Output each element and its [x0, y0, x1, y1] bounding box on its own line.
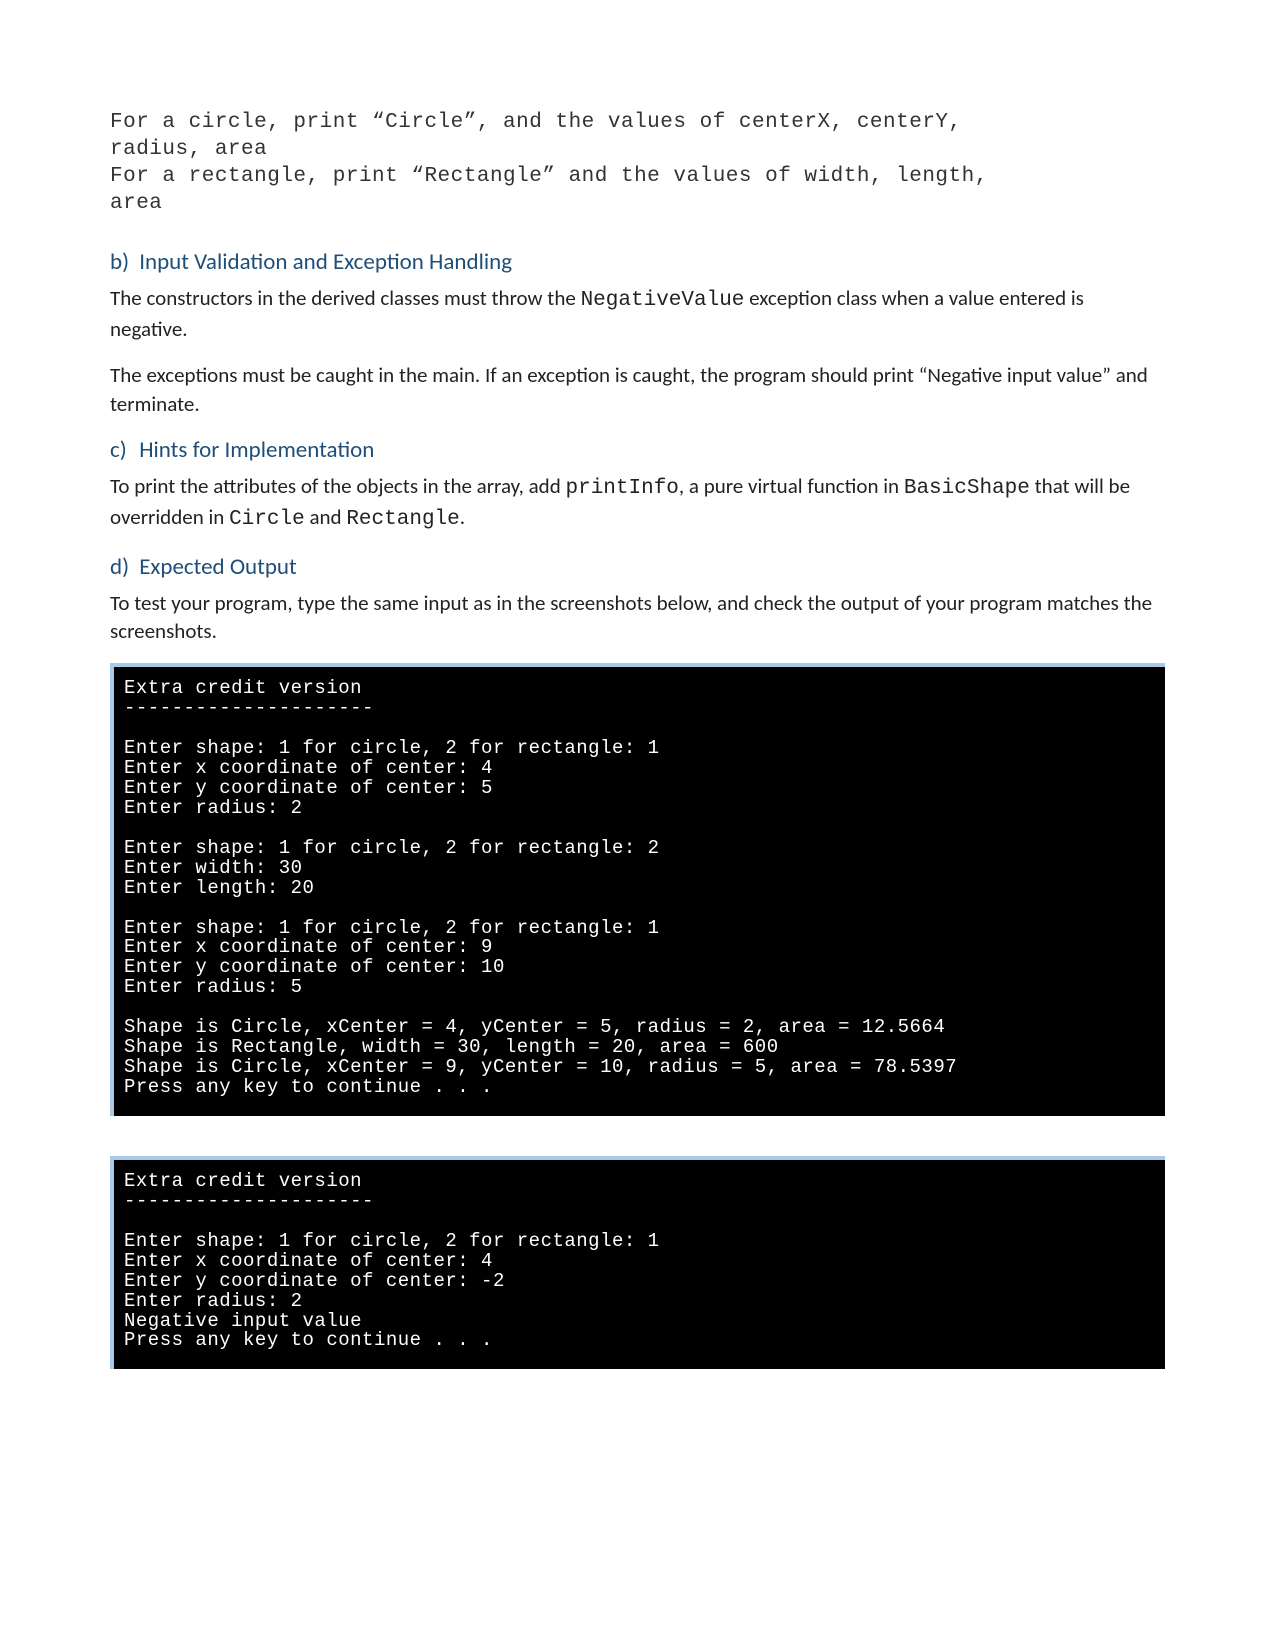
section-b-heading: b) Input Validation and Exception Handli… — [110, 248, 1165, 276]
rectangle-code: Rectangle — [346, 508, 459, 531]
section-b-letter: b) — [110, 248, 134, 276]
section-b-para1-pre: The constructors in the derived classes … — [110, 285, 581, 311]
section-c-mid1: , a pure virtual function in — [679, 473, 904, 499]
basicshape-code: BasicShape — [904, 477, 1030, 500]
section-c-pre: To print the attributes of the objects i… — [110, 473, 565, 499]
terminal-output-2: Extra credit version -------------------… — [110, 1156, 1165, 1369]
section-b-para2: The exceptions must be caught in the mai… — [110, 361, 1165, 418]
circle-code: Circle — [229, 508, 305, 531]
document-page: For a circle, print “Circle”, and the va… — [0, 0, 1275, 1650]
section-b-para1: The constructors in the derived classes … — [110, 284, 1165, 344]
section-c-post: . — [460, 504, 465, 530]
section-d-heading: d) Expected Output — [110, 553, 1165, 581]
section-c-mid3: and — [305, 504, 347, 530]
section-c-para: To print the attributes of the objects i… — [110, 472, 1165, 535]
section-b-title: Input Validation and Exception Handling — [139, 248, 512, 276]
section-c-title: Hints for Implementation — [139, 436, 374, 464]
terminal-output-1: Extra credit version -------------------… — [110, 663, 1165, 1116]
section-d-letter: d) — [110, 553, 134, 581]
printinfo-code: printInfo — [565, 477, 678, 500]
section-c-letter: c) — [110, 436, 134, 464]
section-d-title: Expected Output — [139, 553, 297, 581]
intro-code-block: For a circle, print “Circle”, and the va… — [110, 110, 1165, 218]
section-d-para: To test your program, type the same inpu… — [110, 589, 1165, 646]
negativevalue-code: NegativeValue — [581, 289, 745, 312]
section-c-heading: c) Hints for Implementation — [110, 436, 1165, 464]
